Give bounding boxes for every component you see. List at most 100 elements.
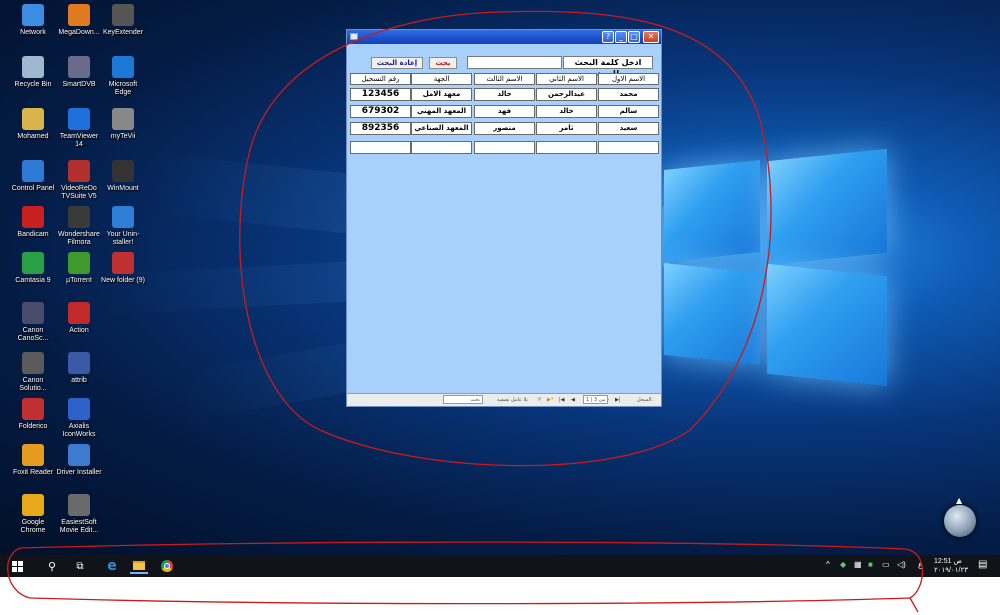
task-view-icon[interactable]: ⧉	[72, 558, 88, 574]
minimize-button[interactable]: _	[615, 31, 627, 43]
windows-icon	[11, 560, 23, 572]
volume-icon[interactable]: ◁)	[897, 560, 906, 569]
desktop-icon[interactable]: Folderico	[10, 398, 56, 431]
table-cell[interactable]	[536, 141, 597, 154]
canon-solution-icon	[22, 352, 44, 374]
table-cell[interactable]	[411, 141, 472, 154]
desktop-icon[interactable]: Your Unin-staller!	[100, 206, 146, 247]
driver-installer-icon	[68, 444, 90, 466]
table-cell[interactable]	[350, 141, 411, 154]
desktop-icon[interactable]: Foxit Reader	[10, 444, 56, 477]
table-cell[interactable]	[474, 141, 535, 154]
reset-search-button[interactable]: إعادة البحث	[371, 57, 423, 69]
desktop-icon-label: Axialis IconWorks	[62, 423, 96, 438]
table-cell[interactable]: خالد	[536, 105, 597, 118]
desktop-icon[interactable]: Driver Installer	[56, 444, 102, 477]
new-record-icon[interactable]: ▶*	[547, 394, 553, 406]
chrome-taskbar-icon[interactable]	[158, 558, 176, 574]
desktop-icon[interactable]: Action	[56, 302, 102, 335]
form-body: ادخل كلمة البحث للجهة بحث إعادة البحث ال…	[347, 44, 661, 393]
network-tray-icon[interactable]: ▭	[882, 560, 890, 569]
desktop-icon[interactable]: Canon CanoSc...	[10, 302, 56, 343]
first-record-button[interactable]: |◀	[559, 394, 565, 406]
tray-keyboard-icon[interactable]: ▦	[854, 560, 862, 569]
search-input[interactable]	[467, 56, 562, 69]
search-icon[interactable]: ⚲	[44, 558, 60, 574]
windows-logo-pane	[664, 262, 760, 366]
table-cell[interactable]: 679302	[350, 105, 411, 118]
desktop-icon[interactable]: Recycle Bin	[10, 56, 56, 89]
filter-status[interactable]: بلا عامل تصفية	[497, 394, 528, 406]
last-record-button[interactable]: ▶|	[615, 394, 621, 406]
control-panel-icon	[22, 160, 44, 182]
desktop-icon-label: Canon Solutio...	[19, 377, 47, 392]
magnifier-icon[interactable]	[944, 505, 976, 537]
table-cell[interactable]: 892356	[350, 122, 411, 135]
table-cell[interactable]: سالم	[598, 105, 659, 118]
desktop-icon[interactable]: Control Panel	[10, 160, 56, 193]
desktop-icon-label: µTorrent	[66, 277, 92, 284]
app-icon	[350, 33, 358, 40]
table-cell[interactable]: المعهد الصناعي	[411, 122, 472, 135]
desktop-icon-label: Camtasia 9	[15, 277, 51, 284]
desktop-icon[interactable]: VideoReDo TVSuite V5	[56, 160, 102, 201]
edge-icon	[112, 56, 134, 78]
tray-app-icon[interactable]: ◆	[840, 560, 846, 569]
tray-overflow-icon[interactable]: ^	[826, 560, 830, 569]
table-cell[interactable]: منصور	[474, 122, 535, 135]
nav-search-box[interactable]: بحث	[443, 395, 483, 404]
desktop-icon[interactable]: Google Chrome	[10, 494, 56, 535]
desktop-icon[interactable]: MegaDown...	[56, 4, 102, 37]
file-explorer-taskbar-icon[interactable]	[130, 558, 148, 574]
table-cell[interactable]: عبدالرحمن	[536, 88, 597, 101]
help-button[interactable]: ?	[602, 31, 614, 43]
attrib-icon	[68, 352, 90, 374]
desktop-icon[interactable]: Microsoft Edge	[100, 56, 146, 97]
desktop-icon-label: EasiestSoft Movie Edit...	[59, 519, 99, 534]
desktop-icon[interactable]: µTorrent	[56, 252, 102, 285]
windows-logo-pane	[767, 148, 887, 266]
desktop-icon[interactable]: WinMount	[100, 160, 146, 193]
desktop-icon[interactable]: SmartDVB	[56, 56, 102, 89]
edge-taskbar-icon[interactable]: e	[104, 558, 120, 574]
table-cell[interactable]: فهد	[474, 105, 535, 118]
notification-icon[interactable]: ▤	[978, 559, 987, 570]
search-button[interactable]: بحث	[429, 57, 457, 69]
desktop-icon[interactable]: Wondershare Filmora	[56, 206, 102, 247]
table-cell[interactable]: 123456	[350, 88, 411, 101]
tray-green-app-icon[interactable]: ■	[868, 560, 873, 569]
desktop-icon[interactable]: Camtasia 9	[10, 252, 56, 285]
table-cell[interactable]: محمد	[598, 88, 659, 101]
desktop-icon[interactable]: TeamViewer 14	[56, 108, 102, 149]
desktop-icon[interactable]: Bandicam	[10, 206, 56, 239]
desktop-icon[interactable]: Mohamed	[10, 108, 56, 141]
desktop-icon-label: Google Chrome	[20, 519, 46, 534]
filter-icon: ⧩	[537, 397, 542, 403]
column-header: الاسم الثالث	[474, 73, 535, 85]
desktop-icon[interactable]: EasiestSoft Movie Edit...	[56, 494, 102, 535]
table-cell[interactable]: سعيد	[598, 122, 659, 135]
table-cell[interactable]	[598, 141, 659, 154]
table-cell[interactable]: معهد الامل	[411, 88, 472, 101]
table-cell[interactable]: خالد	[474, 88, 535, 101]
desktop-icon[interactable]: KeyExtender	[100, 4, 146, 37]
desktop-icon[interactable]: Axialis IconWorks	[56, 398, 102, 439]
chevron-up-icon: ▲	[956, 496, 963, 505]
maximize-button[interactable]: □	[628, 31, 640, 43]
table-cell[interactable]: المعهد المهني	[411, 105, 472, 118]
title-bar[interactable]: ? _ □ ✕	[347, 30, 661, 44]
clock[interactable]: 12:51 ص ٢٠١٩/٠١/٢٣	[934, 557, 968, 575]
start-button[interactable]	[8, 558, 26, 574]
language-indicator[interactable]: ع	[918, 560, 923, 569]
table-cell[interactable]: ثامر	[536, 122, 597, 135]
desktop-icon[interactable]: Network	[10, 4, 56, 37]
desktop-icon[interactable]: Canon Solutio...	[10, 352, 56, 393]
access-form-window[interactable]: ? _ □ ✕ ادخل كلمة البحث للجهة بحث إعادة …	[346, 29, 662, 407]
movie-editor-icon	[68, 494, 90, 516]
desktop-icon[interactable]: myTeVii	[100, 108, 146, 141]
desktop-icon[interactable]: New folder (9)	[100, 252, 146, 285]
record-position[interactable]: 1 | 3 من	[583, 395, 609, 404]
desktop-icon[interactable]: attrib	[56, 352, 102, 385]
prev-record-button[interactable]: ◀	[571, 394, 575, 406]
close-button[interactable]: ✕	[643, 31, 659, 43]
